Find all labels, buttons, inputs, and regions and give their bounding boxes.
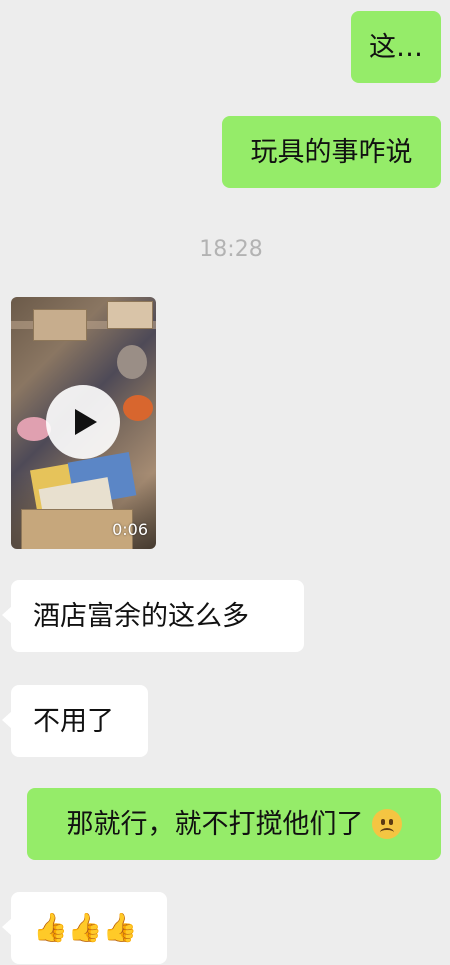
video-duration: 0:06 bbox=[112, 520, 148, 539]
video-frame-detail bbox=[117, 345, 147, 379]
message-timestamp: 18:28 bbox=[199, 237, 263, 262]
message-text: 不用了 bbox=[33, 705, 114, 737]
message-text: 那就行，就不打搅他们了 bbox=[66, 808, 364, 840]
outgoing-message-bubble[interactable]: 这… bbox=[351, 11, 441, 83]
message-text: 玩具的事咋说 bbox=[250, 136, 413, 168]
play-icon bbox=[74, 409, 97, 435]
incoming-message-bubble[interactable]: 不用了 bbox=[2, 685, 148, 757]
message-text: 这… bbox=[369, 31, 423, 63]
thumbs-up-icon: 👍👍👍 bbox=[33, 911, 138, 944]
incoming-message-bubble[interactable]: 👍👍👍 bbox=[2, 892, 167, 964]
message-text: 酒店富余的这么多 bbox=[33, 600, 249, 632]
outgoing-message-bubble[interactable]: 玩具的事咋说 bbox=[222, 116, 441, 188]
chat-conversation: 这… 玩具的事咋说 18:28 0:06 酒店富余的这么多 不用了 那就行，就不 bbox=[0, 0, 450, 965]
outgoing-message-bubble[interactable]: 那就行，就不打搅他们了 bbox=[27, 788, 441, 860]
video-frame-detail bbox=[107, 301, 153, 329]
incoming-message-bubble[interactable]: 酒店富余的这么多 bbox=[2, 580, 304, 652]
frowning-face-icon bbox=[371, 809, 402, 839]
video-message-thumbnail[interactable]: 0:06 bbox=[11, 297, 156, 549]
video-frame-detail bbox=[123, 395, 153, 421]
video-frame-detail bbox=[33, 309, 87, 341]
play-button[interactable] bbox=[46, 385, 120, 459]
